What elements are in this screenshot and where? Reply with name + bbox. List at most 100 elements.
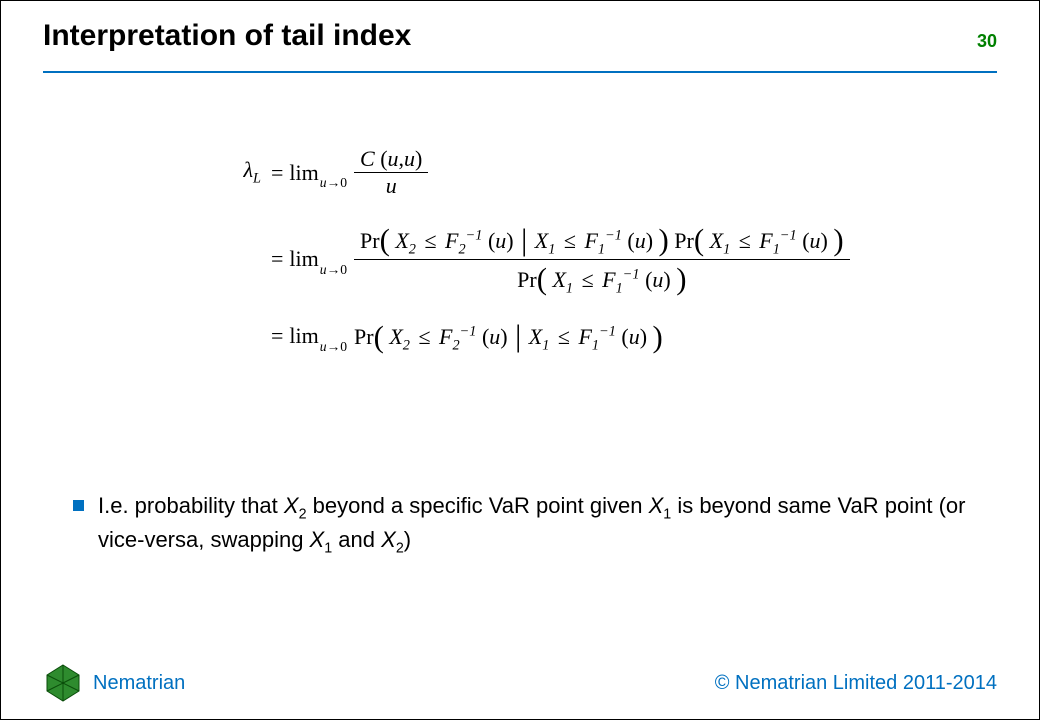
f1-sym-b: F <box>759 228 772 253</box>
le-2: ≤ <box>564 228 576 253</box>
x2-sym-3: X <box>389 324 402 349</box>
x1-sym-3: X <box>529 324 542 349</box>
bullet-x2: X <box>284 493 299 518</box>
u-2: u <box>635 228 646 253</box>
header-rule <box>43 71 997 73</box>
fraction-2: Pr( X2 ≤ F2−1 (u) | X1 ≤ F1−1 (u) ) Pr( … <box>354 221 850 297</box>
bullet-x1b-sub: 1 <box>324 540 332 556</box>
bullet-end: ) <box>404 527 411 552</box>
le-3b: ≤ <box>558 324 570 349</box>
bullet-row: I.e. probability that X2 beyond a specif… <box>73 491 979 558</box>
bullet-mid3: and <box>332 527 381 552</box>
f1-sup-b: −1 <box>780 228 797 244</box>
u-3b: u <box>629 324 640 349</box>
x1-sub-b: 1 <box>723 241 730 257</box>
f2-sup-3: −1 <box>460 324 477 340</box>
f1-sub-b: 1 <box>773 241 780 257</box>
le-3: ≤ <box>739 228 751 253</box>
lim-var-3: u <box>320 339 327 354</box>
fraction-2-den: Pr( X1 ≤ F1−1 (u) ) <box>511 260 692 298</box>
u-3: u <box>810 228 821 253</box>
bullet-x1b: X <box>310 527 325 552</box>
f2-sub: 2 <box>458 241 465 257</box>
bullet-square-icon <box>73 500 84 511</box>
line3-expr: Pr( X2 ≤ F2−1 (u) | X1 ≤ F1−1 (u) ) <box>354 319 663 353</box>
f1-sym-3: F <box>578 324 591 349</box>
page-number: 30 <box>977 31 997 52</box>
f1-sup-3: −1 <box>599 324 616 340</box>
u-1: u <box>495 228 506 253</box>
f2-sub-3: 2 <box>452 338 459 354</box>
x2-sub-3: 2 <box>403 338 410 354</box>
lim-var: u <box>320 175 327 190</box>
equation-block: λL = lim u→0 C (u,u) u = lim u→0 <box>216 146 854 375</box>
bullet-mid1: beyond a specific VaR point given <box>307 493 649 518</box>
fraction-2-num: Pr( X2 ≤ F2−1 (u) | X1 ≤ F1−1 (u) ) Pr( … <box>354 221 850 259</box>
equation-lhs: λL <box>216 159 265 186</box>
equals-sign-2: = <box>271 248 283 270</box>
brand-name: Nematrian <box>93 672 185 695</box>
f1-sub-3: 1 <box>592 338 599 354</box>
x1-sym: X <box>535 228 548 253</box>
f1-sub-den: 1 <box>616 280 623 296</box>
lim-word-3: lim <box>289 325 318 347</box>
pr-3: Pr <box>354 324 374 349</box>
bullet-x1-sub: 1 <box>663 506 671 522</box>
x2-sym: X <box>395 228 408 253</box>
frac1-den-text: u <box>386 173 397 198</box>
lim-arrow-3: →0 <box>327 339 347 354</box>
bullet-pre: I.e. probability that <box>98 493 284 518</box>
bullet-x2b-sub: 2 <box>396 540 404 556</box>
x2-sub: 2 <box>409 241 416 257</box>
lim-word: lim <box>289 162 318 184</box>
lim-sub-3: u→0 <box>320 340 347 354</box>
x1-sym-b: X <box>710 228 723 253</box>
copyright: © Nematrian Limited 2011-2014 <box>715 672 997 695</box>
pr-1: Pr <box>360 228 380 253</box>
equals-sign-3: = <box>271 325 283 347</box>
lambda-symbol: λ <box>244 157 254 182</box>
equals-sign: = <box>271 162 283 184</box>
f1-sub: 1 <box>598 241 605 257</box>
lim-word-2: lim <box>289 248 318 270</box>
bullet-x2-sub: 2 <box>299 506 307 522</box>
pr-den: Pr <box>517 267 537 292</box>
pr-2: Pr <box>674 228 694 253</box>
lim-sub: u→0 <box>320 176 347 190</box>
equation-line-1: λL = lim u→0 C (u,u) u <box>216 146 854 199</box>
fraction-1-den: u <box>380 173 403 199</box>
lambda-sub: L <box>253 171 261 187</box>
f1-sym-den: F <box>602 267 615 292</box>
x1-sub: 1 <box>548 241 555 257</box>
x1-sym-den: X <box>552 267 565 292</box>
bullet-x2b: X <box>381 527 396 552</box>
limit-3: lim u→0 <box>289 325 350 347</box>
le-3a: ≤ <box>418 324 430 349</box>
logo-icon <box>43 663 83 703</box>
x1-sub-den: 1 <box>566 280 573 296</box>
slide: Interpretation of tail index 30 λL = lim… <box>0 0 1040 720</box>
f2-sym-3: F <box>439 324 452 349</box>
limit: lim u→0 <box>289 162 350 184</box>
x1-sub-3: 1 <box>542 338 549 354</box>
lim-var-2: u <box>320 262 327 277</box>
equation-line-2: = lim u→0 Pr( X2 ≤ F2−1 (u) | X1 ≤ F1−1 … <box>216 221 854 297</box>
lim-sub-2: u→0 <box>320 263 347 277</box>
page-title: Interpretation of tail index <box>43 19 997 53</box>
f2-sym: F <box>445 228 458 253</box>
u-3a: u <box>489 324 500 349</box>
bullet-x1: X <box>649 493 664 518</box>
fraction-1: C (u,u) u <box>354 146 428 199</box>
f1-sup: −1 <box>605 228 622 244</box>
le-den: ≤ <box>582 267 594 292</box>
u-den: u <box>652 267 663 292</box>
lim-arrow: →0 <box>327 175 347 190</box>
f1-sym: F <box>584 228 597 253</box>
f1-sup-den: −1 <box>623 266 640 282</box>
fraction-1-num: C (u,u) <box>354 146 428 172</box>
bullet-block: I.e. probability that X2 beyond a specif… <box>73 491 979 558</box>
bullet-text: I.e. probability that X2 beyond a specif… <box>98 491 979 558</box>
header: Interpretation of tail index <box>43 19 997 53</box>
footer: Nematrian © Nematrian Limited 2011-2014 <box>43 663 997 703</box>
lim-arrow-2: →0 <box>327 262 347 277</box>
